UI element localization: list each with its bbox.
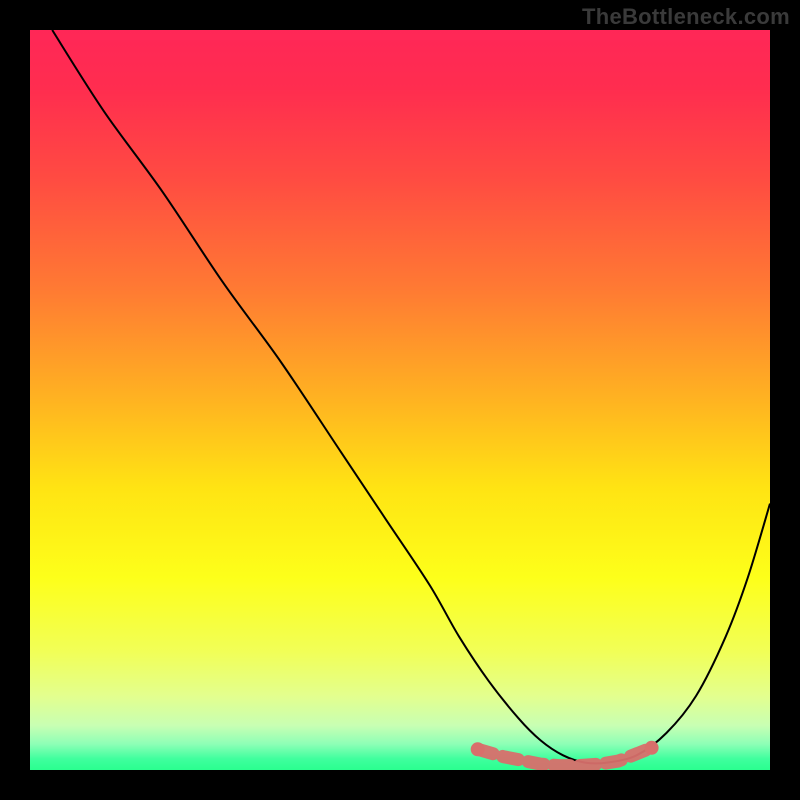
marker-dot [471,742,485,756]
watermark-label: TheBottleneck.com [582,4,790,30]
bottleneck-chart [0,0,800,800]
marker-dot [645,741,659,755]
plot-background [30,30,770,770]
